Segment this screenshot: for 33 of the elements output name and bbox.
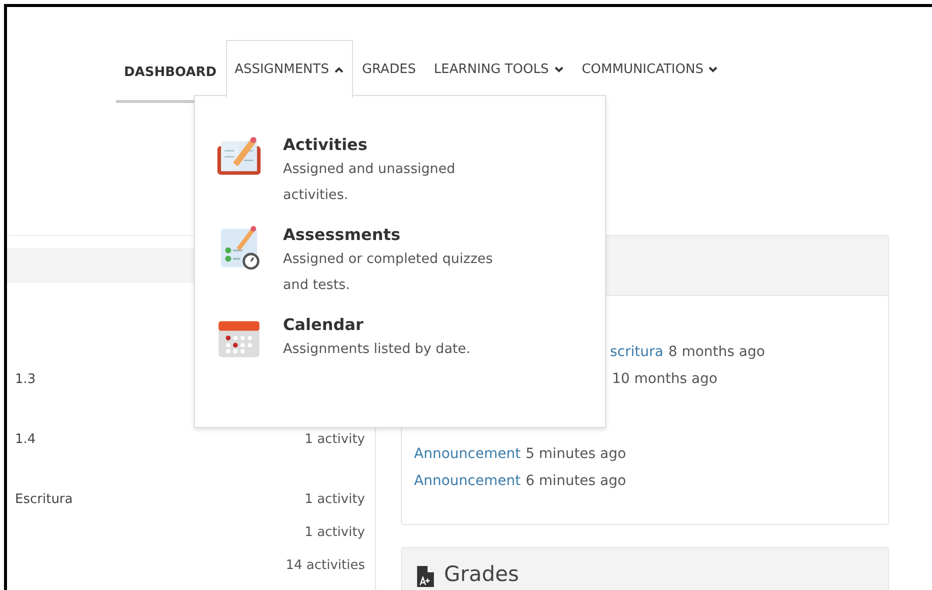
grade-document-icon — [417, 566, 434, 587]
menu-item[interactable]: Activities Assigned and unassigned activities. — [283, 134, 518, 208]
time-text: 5 minutes ago — [526, 446, 626, 462]
nav-tab[interactable]: COMMUNICATIONS — [572, 40, 728, 97]
nav-tab[interactable]: ASSIGNMENTS — [226, 40, 353, 98]
menu-item-title: Calendar — [283, 314, 364, 336]
menu-item-title: Activities — [283, 134, 368, 156]
time-text: 6 minutes ago — [526, 472, 626, 488]
activity-count: 14 activities — [286, 558, 365, 573]
menu-item-description: Assigned and unassigned activities. — [283, 160, 456, 205]
unit-title[interactable]: Escritura — [15, 492, 73, 507]
activity-count: 1 activity — [304, 432, 365, 447]
activity-link[interactable]: scritura — [610, 344, 664, 360]
chevron-icon — [334, 64, 344, 74]
nav-tab[interactable]: GRADES — [352, 40, 425, 97]
chevron-icon — [554, 64, 564, 74]
announcement-link[interactable]: Announcement — [414, 472, 521, 488]
announcement-link[interactable]: Announcement — [414, 446, 521, 462]
activity-count: 1 activity — [304, 492, 365, 507]
nav-tab[interactable]: DASHBOARD — [115, 40, 226, 103]
time-text: 8 months ago — [668, 344, 765, 360]
menu-item[interactable]: Calendar Assignments listed by date. — [283, 314, 518, 362]
unit-title[interactable]: 1.3 — [15, 372, 36, 387]
menu-item-description: Assigned or completed quizzes and tests. — [283, 250, 494, 295]
card-title: Grades — [444, 562, 519, 586]
activity-count: 1 activity — [304, 525, 365, 540]
menu-item-title: Assessments — [283, 224, 402, 246]
chevron-icon — [708, 64, 718, 74]
menu-item-description: Assignments listed by date. — [283, 340, 472, 359]
time-text: 10 months ago — [612, 370, 718, 386]
menu-item[interactable]: Assessments Assigned or completed quizzes and tests. — [283, 224, 518, 298]
nav-tab[interactable]: LEARNING TOOLS — [424, 40, 573, 97]
unit-title[interactable]: 1.4 — [15, 432, 36, 447]
